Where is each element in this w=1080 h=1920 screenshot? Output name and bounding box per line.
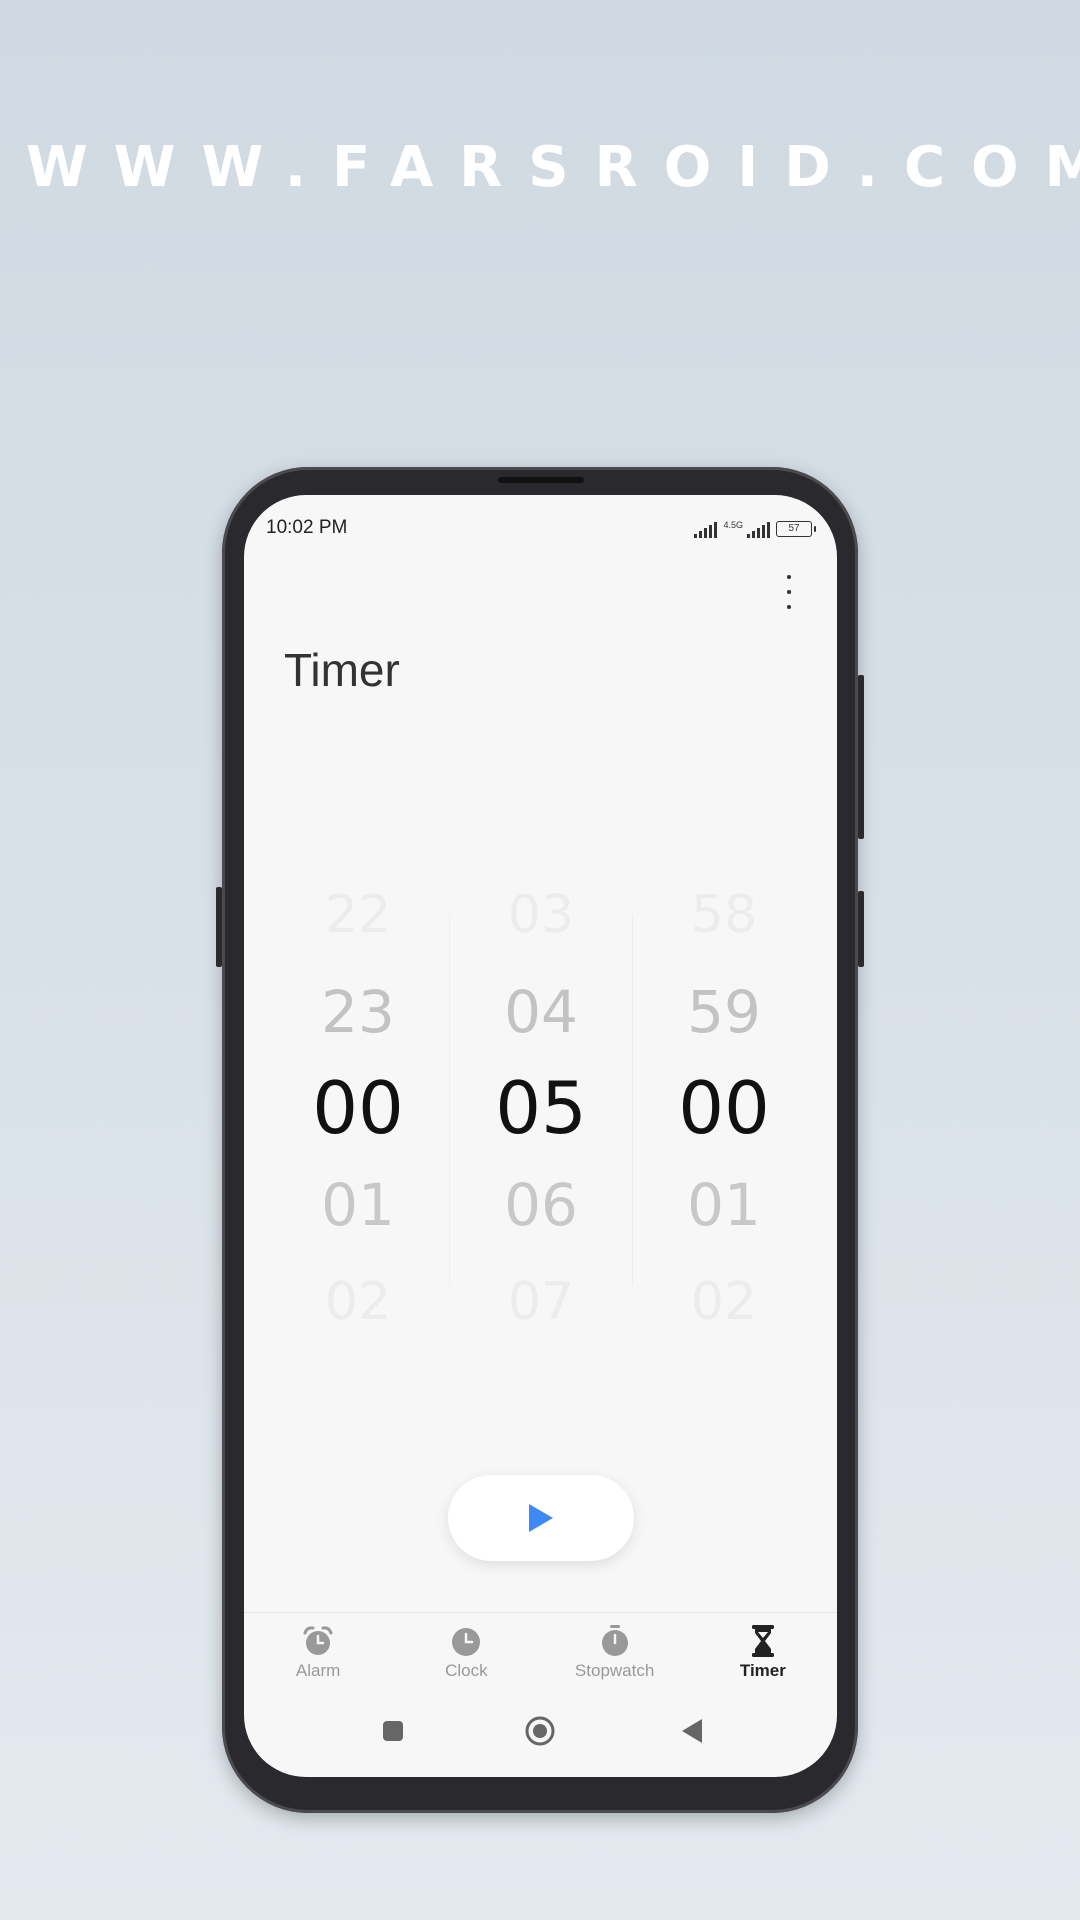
power-button bbox=[858, 891, 864, 967]
earpiece-speaker bbox=[498, 477, 584, 483]
back-button[interactable] bbox=[675, 1715, 707, 1747]
more-options-button[interactable] bbox=[779, 575, 799, 609]
battery-icon: 57 bbox=[776, 521, 816, 537]
seconds-option[interactable]: 59 bbox=[633, 972, 815, 1052]
alarm-icon bbox=[303, 1626, 333, 1655]
circle-icon bbox=[525, 1716, 555, 1746]
nav-tab-timer[interactable]: Timer bbox=[689, 1613, 837, 1703]
status-icons: 4.5G 57 bbox=[694, 518, 816, 538]
network-type-label: 4.5G bbox=[723, 520, 743, 530]
hours-option[interactable]: 22 bbox=[267, 875, 449, 955]
hourglass-icon bbox=[751, 1625, 774, 1657]
stopwatch-icon bbox=[601, 1625, 628, 1656]
signal-icon bbox=[694, 522, 718, 538]
square-icon bbox=[383, 1721, 403, 1741]
minutes-option[interactable]: 07 bbox=[450, 1262, 632, 1342]
seconds-option[interactable]: 01 bbox=[633, 1165, 815, 1245]
recents-button[interactable] bbox=[377, 1715, 409, 1747]
clock-icon bbox=[452, 1628, 481, 1656]
minutes-selected[interactable]: 05 bbox=[450, 1068, 632, 1148]
nav-label-timer: Timer bbox=[739, 1661, 786, 1680]
status-time: 10:02 PM bbox=[266, 517, 348, 538]
hours-picker[interactable]: 22 23 00 01 02 bbox=[267, 875, 449, 1332]
nav-label-clock: Clock bbox=[445, 1661, 488, 1680]
nav-label-stopwatch: Stopwatch bbox=[574, 1661, 655, 1680]
nav-tab-alarm[interactable]: Alarm bbox=[244, 1613, 392, 1703]
watermark-text: WWW.FARSROID.COM bbox=[26, 135, 1080, 200]
seconds-option[interactable]: 02 bbox=[633, 1262, 815, 1342]
start-timer-button[interactable] bbox=[448, 1475, 634, 1561]
hours-option[interactable]: 02 bbox=[267, 1262, 449, 1342]
system-navigation-bar bbox=[244, 1707, 837, 1757]
more-vert-icon bbox=[787, 575, 791, 579]
hours-option[interactable]: 01 bbox=[267, 1165, 449, 1245]
bottom-navigation: Alarm Clock Stopwatch Timer bbox=[244, 1612, 837, 1703]
play-icon bbox=[529, 1504, 553, 1532]
seconds-option[interactable]: 58 bbox=[633, 875, 815, 955]
seconds-picker[interactable]: 58 59 00 01 02 bbox=[633, 875, 815, 1332]
side-button bbox=[858, 675, 864, 839]
minutes-option[interactable]: 06 bbox=[450, 1165, 632, 1245]
minutes-option[interactable]: 03 bbox=[450, 875, 632, 955]
minutes-option[interactable]: 04 bbox=[450, 972, 632, 1052]
screen: 10:02 PM 4.5G 57 Timer 22 23 00 01 02 03… bbox=[244, 495, 837, 1777]
nav-label-alarm: Alarm bbox=[295, 1661, 341, 1680]
seconds-selected[interactable]: 00 bbox=[633, 1068, 815, 1148]
hours-option[interactable]: 23 bbox=[267, 972, 449, 1052]
minutes-picker[interactable]: 03 04 05 06 07 bbox=[450, 875, 632, 1332]
nav-tab-stopwatch[interactable]: Stopwatch bbox=[541, 1613, 689, 1703]
hours-selected[interactable]: 00 bbox=[267, 1068, 449, 1148]
signal-icon-2 bbox=[747, 522, 770, 538]
volume-button bbox=[216, 887, 222, 967]
nav-tab-clock[interactable]: Clock bbox=[392, 1613, 540, 1703]
page-title: Timer bbox=[284, 644, 400, 696]
home-button[interactable] bbox=[524, 1715, 556, 1747]
back-triangle-icon bbox=[682, 1719, 702, 1743]
